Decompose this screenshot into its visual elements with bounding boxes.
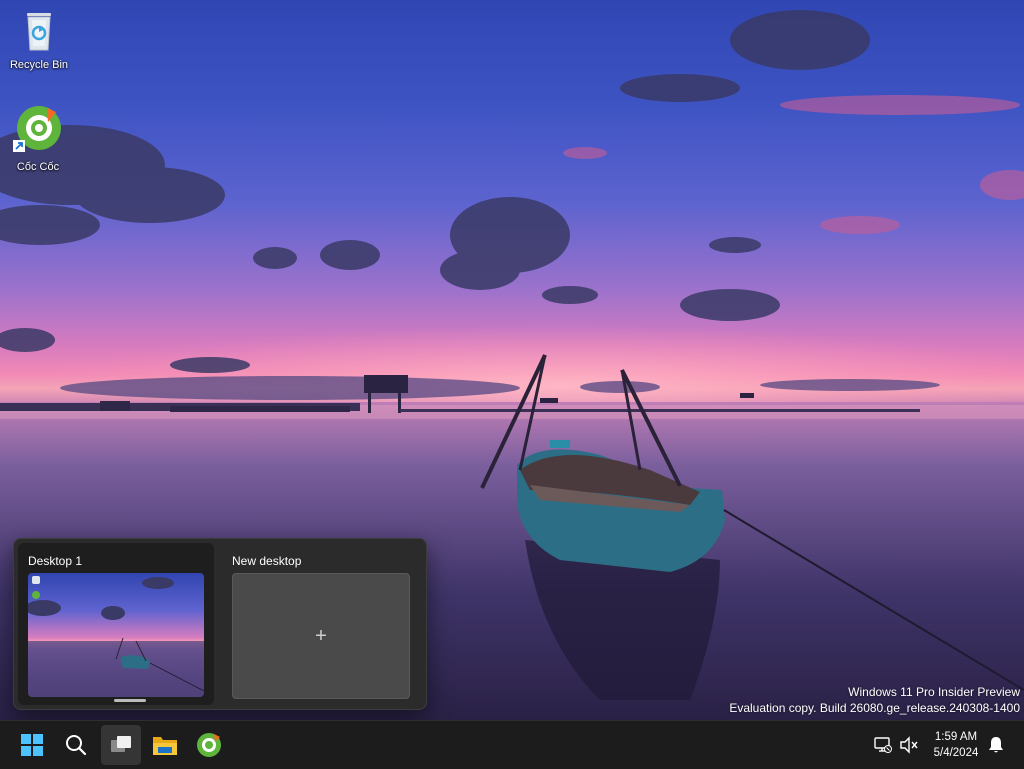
- evaluation-watermark: Windows 11 Pro Insider Preview Evaluatio…: [729, 684, 1020, 716]
- desktop-icon-coc-coc[interactable]: Cốc Cốc: [0, 104, 76, 173]
- volume-muted-icon: [900, 736, 918, 754]
- search-icon: [66, 735, 87, 756]
- taskbar: 1:59 AM 5/4/2024: [0, 720, 1024, 769]
- clock-time: 1:59 AM: [934, 731, 978, 743]
- desktop-thumbnail: [28, 573, 204, 697]
- clock[interactable]: 1:59 AM 5/4/2024: [922, 729, 990, 761]
- coc-coc-icon: [32, 591, 40, 599]
- desktop-card-1[interactable]: Desktop 1: [18, 543, 214, 705]
- recycle-bin-icon: [27, 13, 51, 51]
- coc-coc-taskbar-button[interactable]: [189, 725, 229, 765]
- virtual-desktops-flyout: Desktop 1 New desktop +: [13, 538, 427, 710]
- volume-button[interactable]: [899, 735, 919, 755]
- desktop-icon-label: Recycle Bin: [9, 59, 69, 71]
- desktop-card-title: Desktop 1: [28, 554, 83, 568]
- search-button[interactable]: [56, 725, 96, 765]
- folder-icon: [153, 737, 177, 755]
- task-view-button[interactable]: [101, 725, 141, 765]
- network-status-button[interactable]: [873, 735, 893, 755]
- plus-icon: +: [315, 625, 327, 647]
- notifications-button[interactable]: [986, 735, 1006, 755]
- desktop-icon-recycle-bin[interactable]: Recycle Bin: [1, 8, 77, 71]
- windows-logo-icon: [21, 734, 43, 756]
- file-explorer-button[interactable]: [145, 725, 185, 765]
- desktop-icon-label: Cốc Cốc: [16, 161, 60, 173]
- coc-coc-icon: [197, 733, 221, 757]
- new-desktop-card[interactable]: New desktop +: [224, 543, 420, 705]
- watermark-line-2: Evaluation copy. Build 26080.ge_release.…: [729, 701, 1020, 715]
- new-desktop-button[interactable]: +: [232, 573, 410, 699]
- task-view-icon: [111, 736, 131, 752]
- recycle-bin-icon: [32, 576, 40, 584]
- start-button[interactable]: [12, 725, 52, 765]
- selected-desktop-indicator: [114, 699, 146, 702]
- network-disconnected-icon: [874, 737, 892, 753]
- watermark-line-1: Windows 11 Pro Insider Preview: [848, 685, 1020, 699]
- bell-icon: [989, 737, 1003, 753]
- clock-date: 5/4/2024: [933, 747, 979, 759]
- coc-coc-icon: [13, 106, 61, 152]
- new-desktop-title: New desktop: [232, 554, 302, 568]
